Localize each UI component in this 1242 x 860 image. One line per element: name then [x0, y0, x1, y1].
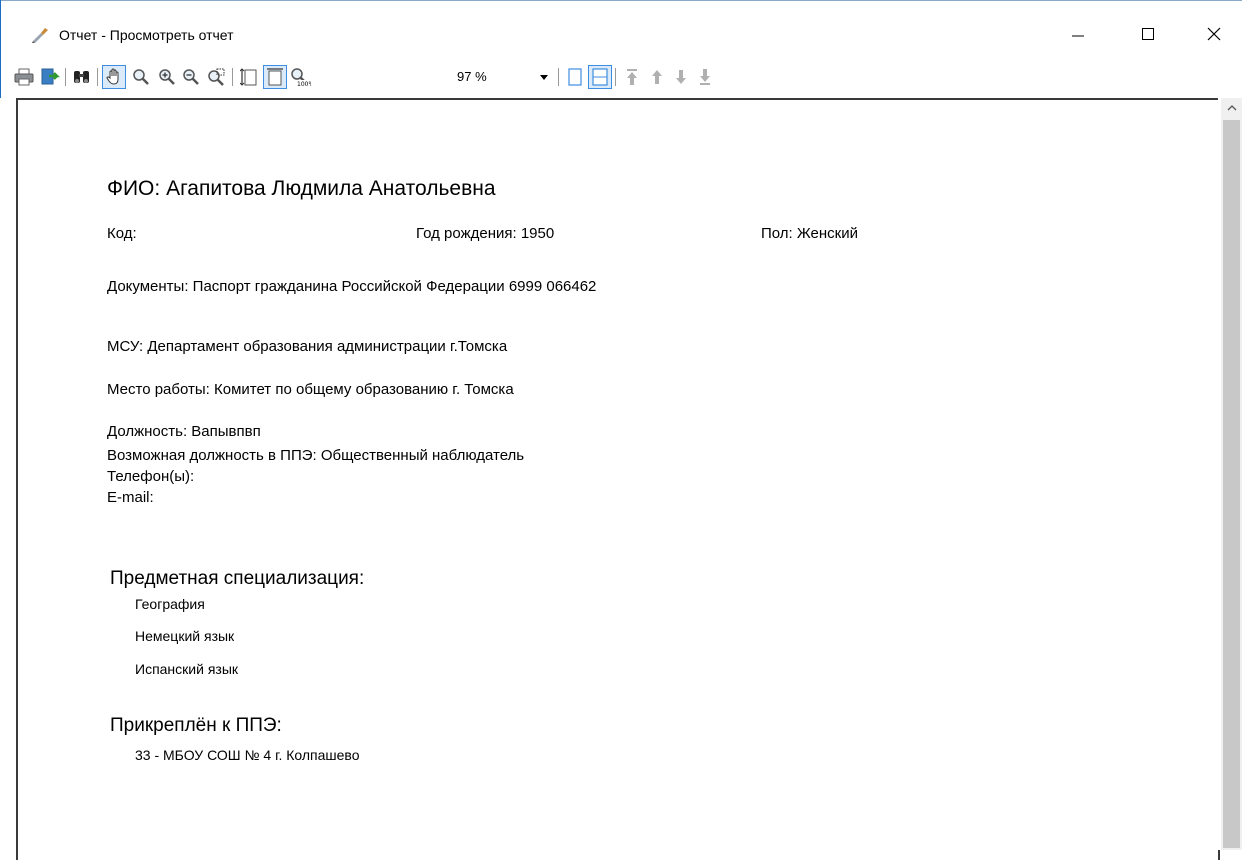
position-field: Должность: Вапывпвп	[107, 423, 261, 440]
gender-field: Пол: Женский	[761, 225, 858, 242]
page-width-icon	[240, 68, 257, 86]
minimize-button[interactable]	[1055, 15, 1101, 53]
report-page: ФИО: Агапитова Людмила Анатольевна Код: …	[16, 98, 1220, 860]
specialization-item: Испанский язык	[135, 661, 239, 677]
last-page-button[interactable]	[694, 66, 716, 88]
zoom-100-button[interactable]: 100%	[289, 66, 311, 88]
toolbar: 100% 97 %	[1, 60, 1242, 98]
previous-page-icon	[652, 70, 662, 84]
zoom-area-icon	[208, 68, 225, 86]
zoom-100-icon: 100%	[291, 68, 311, 87]
ppe-heading: Прикреплён к ППЭ:	[110, 715, 282, 736]
scroll-up-button[interactable]	[1221, 98, 1242, 118]
preview-margin	[0, 98, 16, 850]
single-page-icon	[568, 68, 582, 86]
ppe-value: 33 - МБОУ СОШ № 4 г. Колпашево	[135, 747, 360, 763]
previous-page-button[interactable]	[646, 66, 668, 88]
zoom-tool-icon	[133, 69, 149, 85]
zoom-in-button[interactable]	[156, 66, 178, 88]
zoom-out-icon	[183, 69, 199, 85]
maximize-button[interactable]	[1125, 15, 1171, 53]
first-page-button[interactable]	[621, 66, 643, 88]
first-page-icon	[627, 69, 637, 85]
code-field: Код:	[107, 225, 137, 242]
find-icon	[74, 71, 89, 83]
toolbar-separator	[615, 68, 616, 86]
next-page-icon	[676, 70, 686, 84]
scroll-thumb[interactable]	[1223, 120, 1240, 848]
hand-tool-icon	[106, 68, 119, 85]
email-field: E-mail:	[107, 489, 154, 506]
birth-year-field: Год рождения: 1950	[416, 225, 555, 242]
vertical-scrollbar[interactable]	[1221, 98, 1242, 850]
find-button[interactable]	[71, 66, 93, 88]
window-title: Отчет - Просмотреть отчет	[59, 27, 234, 43]
workplace-field: Место работы: Комитет по общему образова…	[107, 381, 514, 398]
phones-field: Телефон(ы):	[107, 468, 195, 485]
whole-page-button[interactable]	[263, 65, 287, 89]
export-icon	[41, 68, 60, 85]
possible-position-field: Возможная должность в ППЭ: Общественный …	[107, 447, 525, 464]
close-button[interactable]	[1191, 15, 1237, 53]
hand-tool-button[interactable]	[102, 65, 126, 89]
fio-heading: ФИО: Агапитова Людмила Анатольевна	[107, 177, 496, 200]
zoom-dropdown-button[interactable]	[537, 71, 551, 83]
zoom-in-icon	[159, 69, 175, 85]
chevron-up-icon	[1227, 105, 1236, 111]
last-page-icon	[700, 69, 710, 85]
msu-field: МСУ: Департамент образования администрац…	[107, 338, 508, 355]
two-pages-button[interactable]	[588, 65, 612, 89]
title-bar[interactable]: Отчет - Просмотреть отчет	[1, 1, 1242, 61]
toolbar-separator	[232, 68, 233, 86]
print-button[interactable]	[13, 66, 35, 88]
documents-field: Документы: Паспорт гражданина Российской…	[107, 278, 597, 295]
zoom-area-button[interactable]	[205, 66, 227, 88]
specialization-item: Немецкий язык	[135, 628, 235, 644]
zoom-combo-value[interactable]: 97 %	[457, 69, 487, 84]
report-app-icon	[31, 26, 49, 44]
zoom-tool-button[interactable]	[130, 66, 152, 88]
toolbar-separator	[558, 68, 559, 86]
toolbar-separator	[65, 68, 66, 86]
whole-page-icon	[267, 68, 283, 86]
two-pages-icon	[592, 68, 608, 86]
specialization-item: География	[135, 596, 205, 612]
next-page-button[interactable]	[670, 66, 692, 88]
specialization-heading: Предметная специализация:	[110, 568, 365, 589]
page-width-button[interactable]	[238, 66, 260, 88]
single-page-button[interactable]	[564, 66, 586, 88]
print-icon	[14, 68, 34, 86]
zoom-out-button[interactable]	[180, 66, 202, 88]
export-button[interactable]	[39, 66, 61, 88]
chevron-down-icon	[540, 74, 548, 80]
svg-text:100%: 100%	[297, 81, 311, 87]
toolbar-separator	[97, 68, 98, 86]
